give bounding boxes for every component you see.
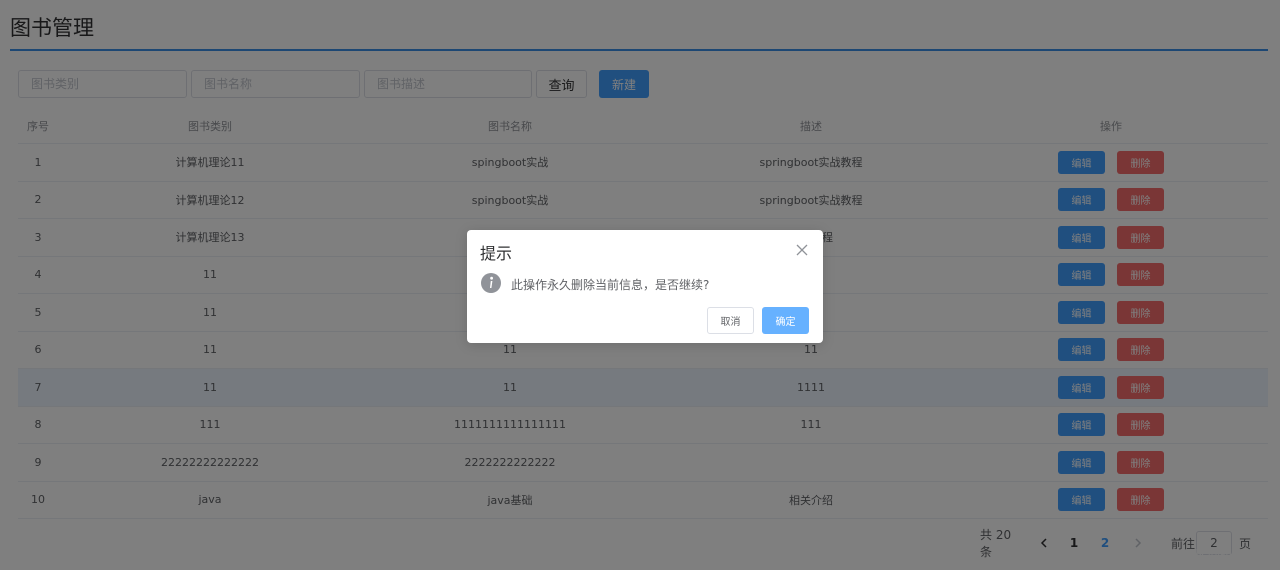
- cancel-button[interactable]: 取消: [707, 307, 754, 334]
- info-icon: [481, 273, 501, 293]
- dialog-message: 此操作永久删除当前信息，是否继续?: [511, 278, 710, 292]
- confirm-button[interactable]: 确定: [762, 307, 809, 334]
- dialog-title: 提示: [480, 244, 513, 263]
- close-icon[interactable]: [795, 242, 809, 256]
- confirm-dialog: 提示 此操作永久删除当前信息，是否继续? 取消 确定: [467, 230, 823, 343]
